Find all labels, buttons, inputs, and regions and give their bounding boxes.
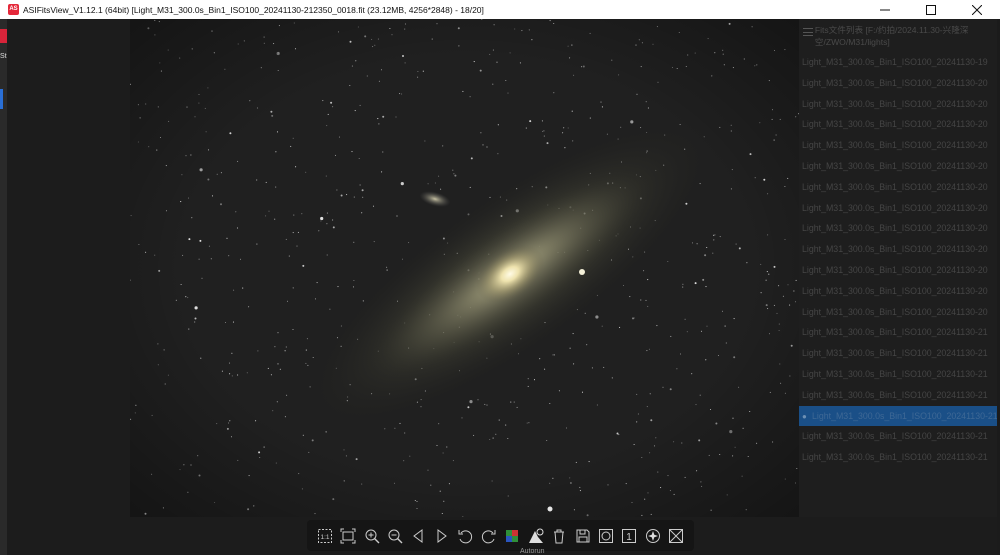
close-icon	[972, 4, 982, 15]
file-name: Light_M31_300.0s_Bin1_ISO100_20241130-20	[802, 244, 988, 255]
file-list-item[interactable]: Light_M31_300.0s_Bin1_ISO100_20241130-20	[799, 114, 997, 135]
histogram-stretch-icon	[528, 528, 544, 543]
background-label: St	[0, 53, 7, 60]
file-name: Light_M31_300.0s_Bin1_ISO100_20241130-20	[802, 77, 988, 88]
svg-text:1:1: 1:1	[320, 534, 329, 541]
rotate-left-button[interactable]	[455, 526, 475, 546]
zoom-out-icon	[388, 529, 403, 543]
background-app-icon	[0, 29, 7, 43]
file-name: Light_M31_300.0s_Bin1_ISO100_20241130-20	[802, 306, 988, 317]
window-controls	[862, 0, 1000, 19]
next-icon	[437, 528, 447, 543]
file-list-item[interactable]: Light_M31_300.0s_Bin1_ISO100_20241130-21	[799, 343, 997, 364]
file-list-item[interactable]: Light_M31_300.0s_Bin1_ISO100_20241130-21	[799, 322, 997, 343]
delete-button[interactable]	[549, 526, 569, 546]
fits-image[interactable]	[130, 19, 803, 517]
rotate-right-button[interactable]	[479, 526, 499, 546]
fits-file-list-panel: Fits文件列表 [F:/约拍/2024.11.30-兴隆深空/ZWO/M31/…	[799, 19, 997, 517]
file-name: Light_M31_300.0s_Bin1_ISO100_20241130-21	[802, 431, 988, 442]
file-list-item[interactable]: Light_M31_300.0s_Bin1_ISO100_20241130-21	[799, 385, 997, 406]
maximize-icon	[926, 4, 936, 15]
file-name: Light_M31_300.0s_Bin1_ISO100_20241130-21	[802, 452, 988, 463]
debayer-icon	[506, 529, 519, 542]
close-button[interactable]	[954, 0, 1000, 19]
actual-size-button[interactable]: 1:1	[315, 526, 335, 546]
file-name: Light_M31_300.0s_Bin1_ISO100_20241130-20	[802, 140, 988, 151]
file-name: Light_M31_300.0s_Bin1_ISO100_20241130-20	[802, 285, 988, 296]
fullscreen-button[interactable]	[666, 526, 686, 546]
debayer-button[interactable]	[502, 526, 522, 546]
delete-icon	[554, 529, 565, 543]
fit-window-button[interactable]	[338, 526, 358, 546]
file-name: Light_M31_300.0s_Bin1_ISO100_20241130-21	[802, 327, 988, 338]
galaxy-image	[130, 19, 803, 517]
file-name: Light_M31_300.0s_Bin1_ISO100_20241130-21	[802, 368, 988, 379]
file-list-item[interactable]: Light_M31_300.0s_Bin1_ISO100_20241130-20	[799, 302, 997, 323]
file-list-item[interactable]: Light_M31_300.0s_Bin1_ISO100_20241130-20	[799, 281, 997, 302]
file-list-item[interactable]: Light_M31_300.0s_Bin1_ISO100_20241130-21	[799, 364, 997, 385]
file-list-item[interactable]: Light_M31_300.0s_Bin1_ISO100_20241130-20	[799, 177, 997, 198]
file-name: Light_M31_300.0s_Bin1_ISO100_20241130-20	[802, 202, 988, 213]
app-logo-icon: AS	[8, 4, 19, 15]
crop-icon	[598, 528, 613, 543]
window-title: ASIFitsView_V1.12.1 (64bit) [Light_M31_3…	[23, 4, 484, 15]
file-name: Light_M31_300.0s_Bin1_ISO100_20241130-21	[802, 389, 988, 400]
histogram-stretch-button[interactable]	[526, 526, 546, 546]
file-list-item[interactable]: Light_M31_300.0s_Bin1_ISO100_20241130-20	[799, 156, 997, 177]
maximize-button[interactable]	[908, 0, 954, 19]
file-list-item[interactable]: ● Light_M31_300.0s_Bin1_ISO100_20241130-2…	[799, 405, 997, 427]
single-channel-icon: 1	[622, 528, 637, 543]
image-toolbar: 1:1 1	[307, 520, 694, 551]
background-text: Autorun	[520, 548, 545, 555]
file-list-title: Fits文件列表 [F:/约拍/2024.11.30-兴隆深空/ZWO/M31/…	[814, 25, 969, 47]
file-list-item[interactable]: Light_M31_300.0s_Bin1_ISO100_20241130-20	[799, 198, 997, 219]
zoom-in-icon	[365, 529, 380, 543]
background-window-edge: St	[0, 19, 7, 555]
current-file-icon: ●	[802, 411, 807, 421]
svg-text:1: 1	[627, 532, 633, 543]
file-list-item[interactable]: Light_M31_300.0s_Bin1_ISO100_20241130-20	[799, 135, 997, 156]
fit-window-icon	[340, 528, 356, 543]
crop-button[interactable]	[596, 526, 616, 546]
actual-size-icon: 1:1	[317, 528, 332, 543]
file-name: Light_M31_300.0s_Bin1_ISO100_20241130-20	[802, 181, 988, 192]
file-list-item[interactable]: Light_M31_300.0s_Bin1_ISO100_20241130-20	[799, 239, 997, 260]
title-bar[interactable]: AS ASIFitsView_V1.12.1 (64bit) [Light_M3…	[0, 0, 1000, 19]
zoom-in-button[interactable]	[362, 526, 382, 546]
file-name: Light_M31_300.0s_Bin1_ISO100_20241130-20	[802, 119, 988, 130]
file-list-item[interactable]: Light_M31_300.0s_Bin1_ISO100_20241130-20	[799, 218, 997, 239]
rotate-right-icon	[481, 529, 496, 543]
list-icon	[803, 28, 813, 36]
minimize-button[interactable]	[862, 0, 908, 19]
next-button[interactable]	[432, 526, 452, 546]
rotate-left-icon	[458, 529, 473, 543]
file-name: Light_M31_300.0s_Bin1_ISO100_20241130-20	[802, 160, 988, 171]
file-name: Light_M31_300.0s_Bin1_ISO100_20241130-21	[802, 348, 988, 359]
file-name: Light_M31_300.0s_Bin1_ISO100_20241130-20	[802, 223, 988, 234]
star-detect-button[interactable]	[643, 526, 663, 546]
file-list-item[interactable]: Light_M31_300.0s_Bin1_ISO100_20241130-20	[799, 260, 997, 281]
save-icon	[576, 529, 590, 542]
save-button[interactable]	[573, 526, 593, 546]
star-detect-icon	[645, 528, 660, 543]
background-accent	[0, 89, 3, 109]
file-list-item[interactable]: Light_M31_300.0s_Bin1_ISO100_20241130-20	[799, 73, 997, 94]
file-list-item[interactable]: Light_M31_300.0s_Bin1_ISO100_20241130-21	[799, 426, 997, 447]
file-list-item[interactable]: Light_M31_300.0s_Bin1_ISO100_20241130-19	[799, 52, 997, 73]
file-list-item[interactable]: Light_M31_300.0s_Bin1_ISO100_20241130-21	[799, 447, 997, 468]
file-list: Light_M31_300.0s_Bin1_ISO100_20241130-19…	[799, 52, 997, 468]
file-list-item[interactable]: Light_M31_300.0s_Bin1_ISO100_20241130-20	[799, 94, 997, 115]
minimize-icon	[880, 9, 890, 10]
file-name: Light_M31_300.0s_Bin1_ISO100_20241130-19	[802, 57, 988, 67]
file-name: Light_M31_300.0s_Bin1_ISO100_20241130-21	[812, 410, 997, 421]
file-name: Light_M31_300.0s_Bin1_ISO100_20241130-20	[802, 264, 988, 275]
previous-button[interactable]	[408, 526, 428, 546]
file-name: Light_M31_300.0s_Bin1_ISO100_20241130-20	[802, 98, 988, 109]
fullscreen-icon	[669, 528, 684, 543]
zoom-out-button[interactable]	[385, 526, 405, 546]
single-channel-button[interactable]: 1	[619, 526, 639, 546]
previous-icon	[413, 528, 423, 543]
